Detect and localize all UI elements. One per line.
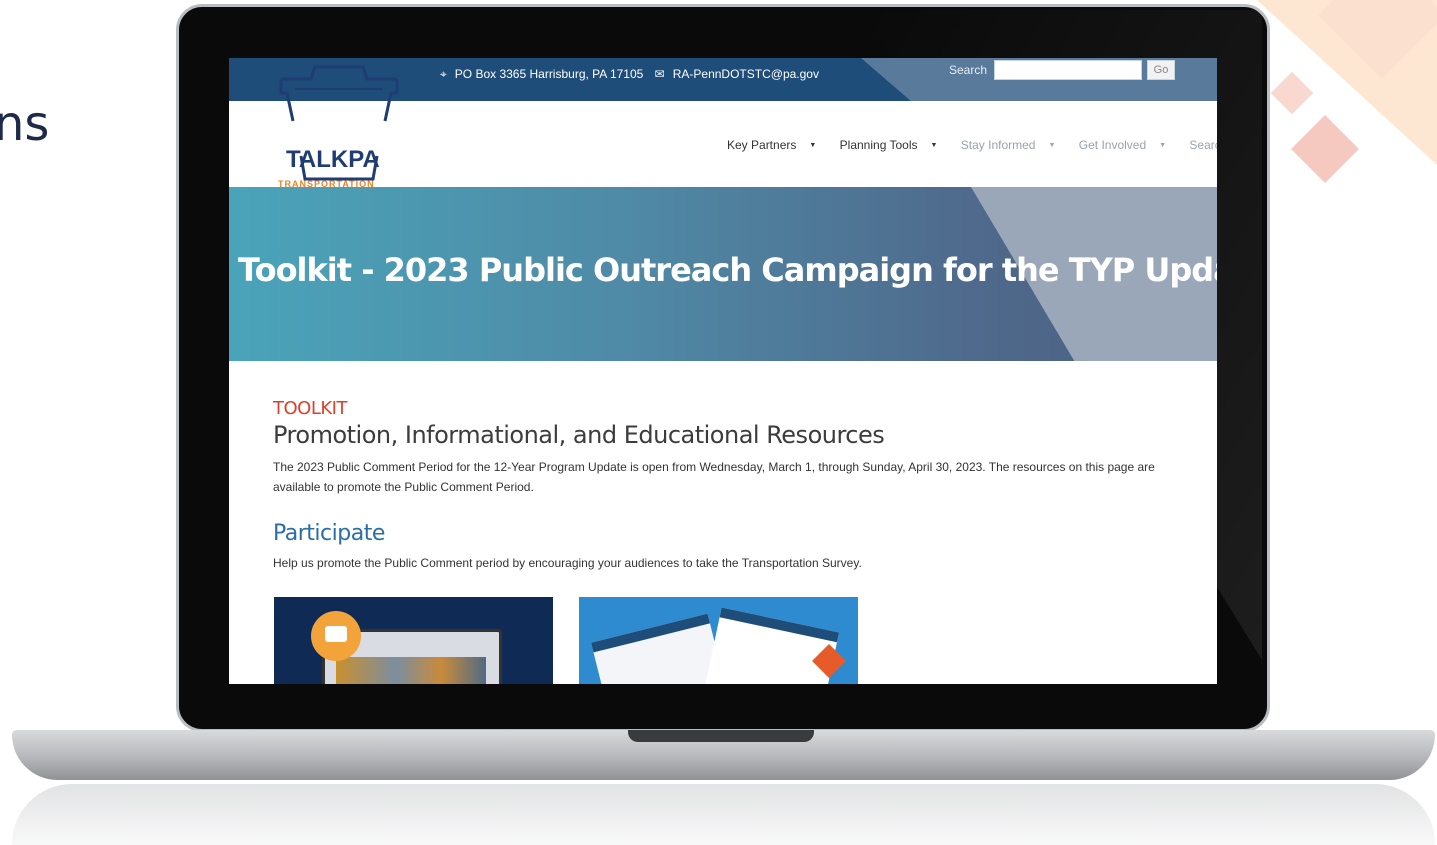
nav-key-partners[interactable]: Key Partners ▼ — [727, 138, 826, 152]
main-nav: Key Partners ▼ Planning Tools ▼ Stay Infor… — [727, 138, 1217, 152]
laptop-notch — [628, 730, 814, 742]
message-icon — [325, 626, 347, 642]
address-text: PO Box 3365 Harrisburg, PA 17105 — [454, 67, 644, 81]
nav-planning-tools[interactable]: Planning Tools ▼ — [840, 138, 948, 152]
laptop-reflection — [12, 784, 1435, 845]
main-content: TOOLKIT Promotion, Informational, and Ed… — [273, 398, 1173, 570]
caret-down-icon: ▼ — [809, 142, 817, 150]
survey-card[interactable] — [274, 597, 553, 684]
background-partial-heading: ns — [0, 96, 50, 152]
nav-search[interactable]: Search — [1189, 138, 1217, 152]
section-kicker: TOOLKIT — [273, 398, 347, 419]
page-title: Toolkit - 2023 Public Outreach Campaign … — [238, 251, 1217, 289]
hero-banner: Toolkit - 2023 Public Outreach Campaign … — [229, 187, 1217, 361]
contact-info: ⌖ PO Box 3365 Harrisburg, PA 17105 ✉ RA-Pe… — [440, 67, 827, 82]
participate-heading: Participate — [273, 521, 385, 546]
email-link[interactable]: RA-PennDOTSTC@pa.gov — [673, 67, 819, 81]
flyer-card[interactable] — [579, 597, 858, 684]
participate-text: Help us promote the Public Comment perio… — [273, 556, 862, 570]
section-heading: Promotion, Informational, and Educationa… — [273, 421, 885, 449]
go-button[interactable]: Go — [1147, 60, 1175, 80]
location-icon: ⌖ — [440, 67, 447, 81]
flyer-image — [702, 607, 840, 684]
nav-stay-informed[interactable]: Stay Informed ▼ — [961, 138, 1066, 152]
website-screen: ⌖ PO Box 3365 Harrisburg, PA 17105 ✉ RA-Pe… — [229, 58, 1217, 684]
city-image — [336, 657, 486, 684]
logo-title[interactable]: TALKPA — [286, 146, 380, 174]
caret-down-icon: ▼ — [1048, 142, 1056, 150]
nav-get-involved[interactable]: Get Involved ▼ — [1079, 138, 1176, 152]
mail-icon: ✉ — [654, 67, 665, 81]
search-input[interactable] — [994, 60, 1142, 80]
caret-down-icon: ▼ — [1159, 142, 1167, 150]
intro-paragraph: The 2023 Public Comment Period for the 1… — [273, 460, 1155, 494]
site-header: TALKPA TRANSPORTATION Key Partners ▼ Plan… — [229, 65, 1217, 189]
caret-down-icon: ▼ — [930, 142, 938, 150]
search-label: Search — [949, 63, 988, 77]
